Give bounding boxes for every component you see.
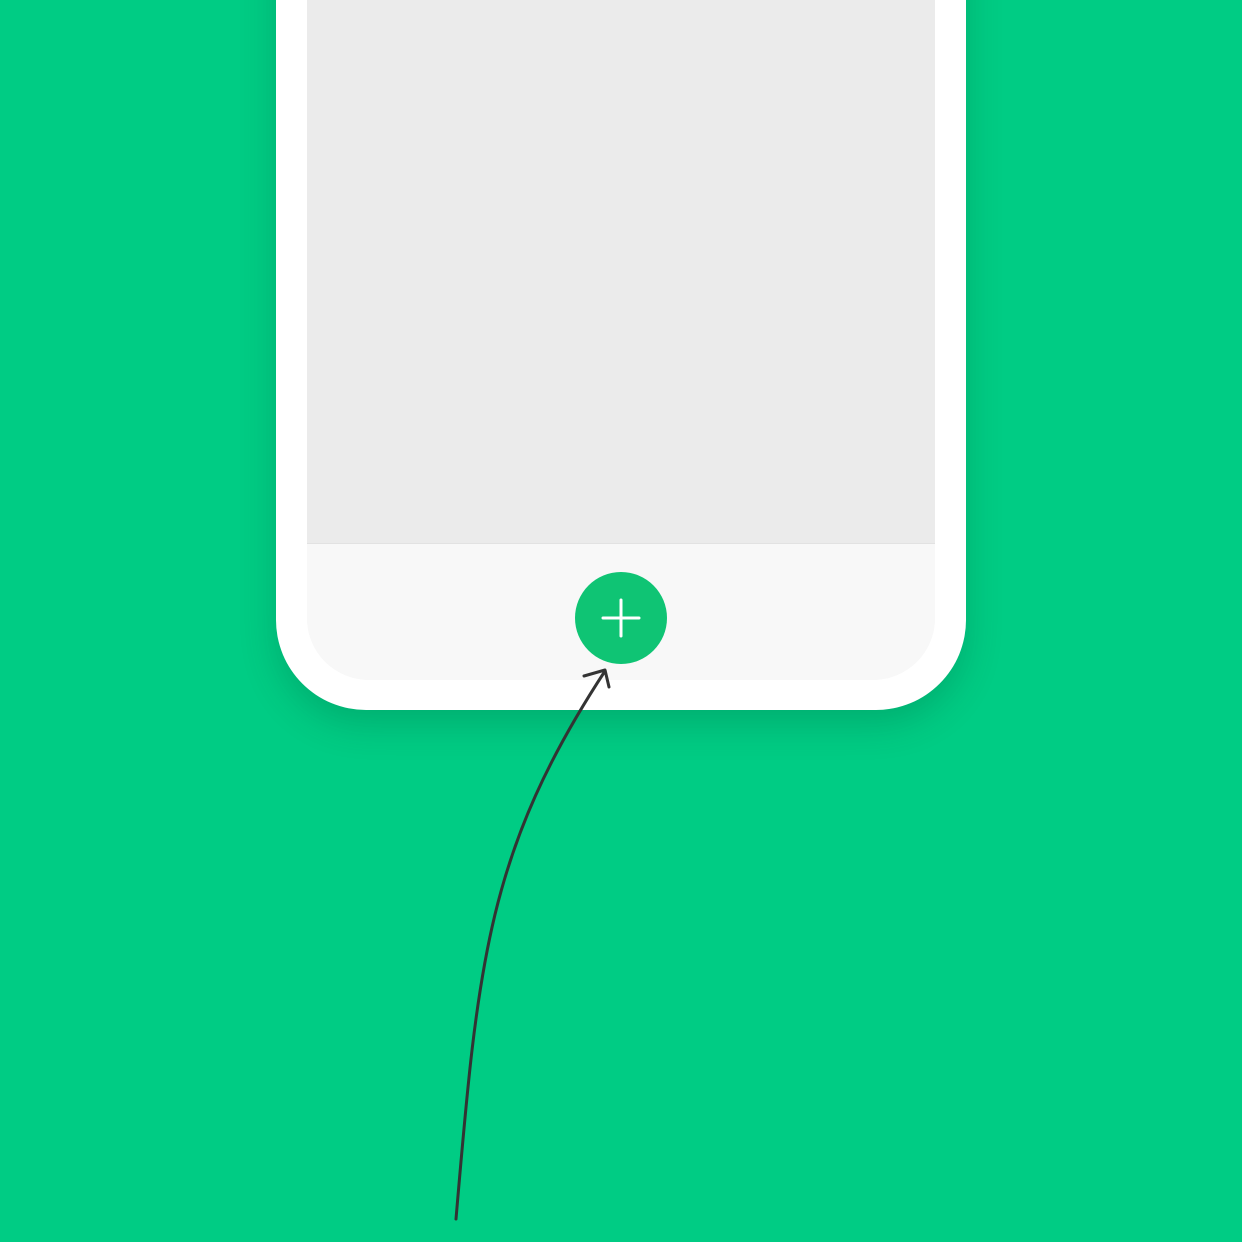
- add-button[interactable]: [575, 572, 667, 664]
- canvas: [0, 0, 1242, 1242]
- plus-icon: [601, 598, 641, 638]
- content-area: [307, 0, 935, 544]
